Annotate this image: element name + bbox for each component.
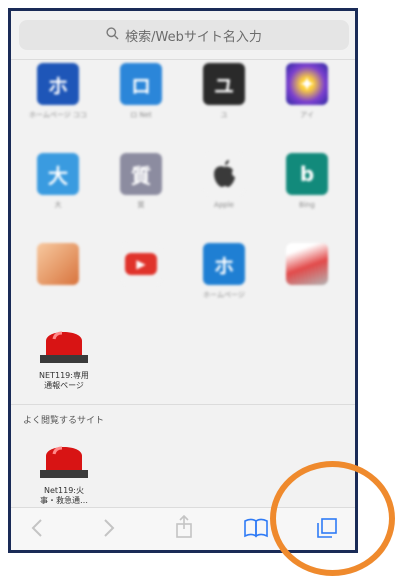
section-divider [11, 404, 355, 405]
favorite-caption: Apple [214, 201, 234, 209]
favorite-caption: ユ [220, 111, 228, 119]
favorite-tile [37, 243, 79, 285]
favorite-item[interactable]: b Bing [264, 153, 344, 233]
frequently-visited-title: よく閲覧するサイト [23, 416, 105, 426]
favorite-tile: ロ [120, 63, 162, 105]
favorite-tile: ユ [203, 63, 245, 105]
favorite-caption: ホームページ [203, 291, 245, 299]
back-button[interactable] [31, 518, 43, 543]
favorite-caption: ホームページ ココ [29, 111, 87, 119]
favorite-item[interactable]: ホ ホームページ ココ [15, 63, 95, 143]
search-placeholder: 検索/Webサイト名入力 [125, 29, 262, 45]
favorite-tile: ホ [37, 63, 79, 105]
frequent-label-line2: 事・救急通… [40, 496, 88, 505]
favorite-item[interactable]: ロ ロ Net [98, 63, 178, 143]
favorite-caption: 質 [137, 201, 145, 209]
siren-icon [40, 331, 88, 363]
siren-icon [40, 446, 88, 478]
bottom-toolbar [11, 507, 355, 550]
favorite-caption: ロ Net [130, 111, 152, 119]
favorite-item[interactable]: Apple [181, 153, 261, 233]
favorite-tile: ホ [203, 243, 245, 285]
apple-icon [203, 153, 245, 195]
favorite-tile [286, 243, 328, 285]
bookmarks-button[interactable] [243, 518, 269, 543]
favorite-tile: 大 [37, 153, 79, 195]
favorite-item[interactable] [264, 243, 344, 323]
chevron-left-icon [31, 519, 42, 537]
favorite-item[interactable]: ユ ユ [181, 63, 261, 143]
bing-icon: b [286, 153, 328, 195]
favorite-caption: 大 [54, 201, 62, 209]
search-bar[interactable]: 検索/Webサイト名入力 [19, 20, 349, 50]
favorite-caption: Bing [299, 201, 315, 209]
youtube-icon: ▶ [120, 243, 162, 285]
favorite-item[interactable]: ✦ アイ [264, 63, 344, 143]
frequent-label-line1: Net119:火 [43, 486, 84, 495]
favorite-item[interactable] [15, 243, 95, 323]
share-icon [176, 514, 192, 538]
net119-label-line1: NET119:専用 [39, 371, 89, 380]
share-button[interactable] [175, 514, 193, 544]
favorite-tile: ✦ [286, 63, 328, 105]
favorite-caption: アイ [300, 111, 314, 119]
chevron-right-icon [104, 519, 115, 537]
forward-button[interactable] [103, 518, 115, 543]
browser-screen: 検索/Webサイト名入力 ホ ホームページ ココ ロ ロ Net ユ ユ ✦ ア… [8, 8, 358, 553]
favorite-item[interactable]: 大 大 [15, 153, 95, 233]
book-icon [244, 518, 268, 538]
search-divider [11, 59, 355, 60]
net119-favorite[interactable]: NET119:専用 通報ページ [36, 321, 92, 390]
tabs-icon [317, 518, 337, 538]
frequently-visited-item[interactable]: Net119:火 事・救急通… [36, 436, 92, 505]
tabs-button[interactable] [316, 517, 338, 544]
favorite-item[interactable]: ▶ [98, 243, 178, 323]
search-icon [106, 26, 119, 44]
favorite-tile: 質 [120, 153, 162, 195]
net119-label-line2: 通報ページ [44, 381, 84, 390]
favorite-item[interactable]: ホ ホームページ [181, 243, 261, 323]
favorite-item[interactable]: 質 質 [98, 153, 178, 233]
